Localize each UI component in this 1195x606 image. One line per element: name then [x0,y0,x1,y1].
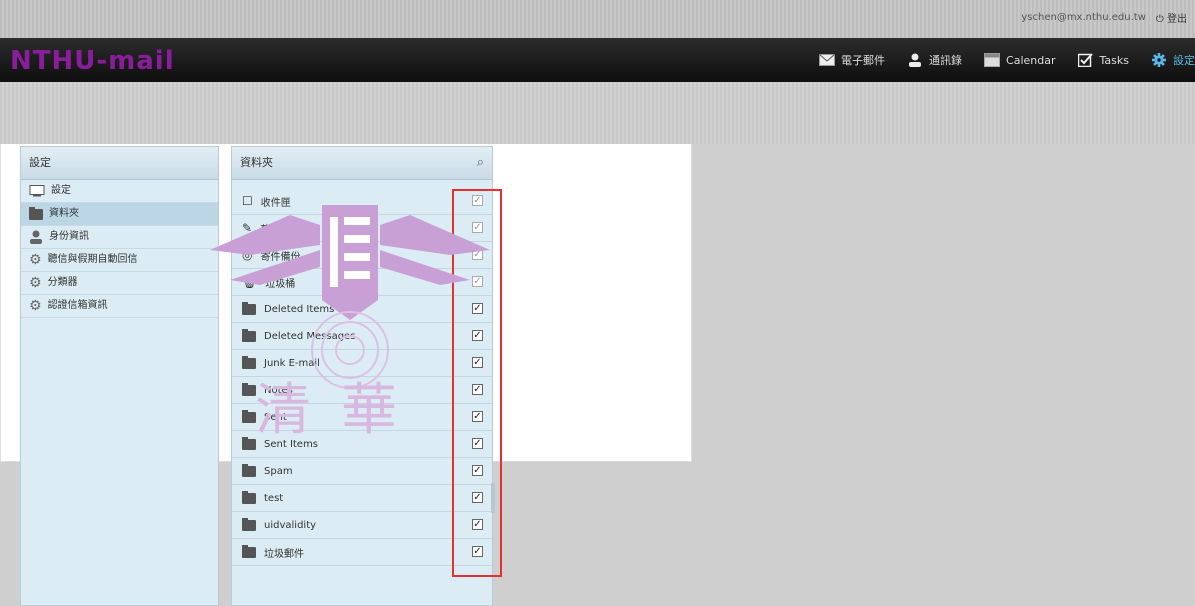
folders-panel-title: 資料夾 [240,156,273,169]
gear-icon: ⚙ [29,298,42,314]
nav-tasks[interactable]: Tasks [1077,53,1129,67]
gear-icon [1152,53,1166,67]
folder-icon [242,517,256,531]
gear-icon: ⚙ [29,275,42,291]
settings-item-identities[interactable]: 身份資訊 [21,226,218,249]
nav-calendar[interactable]: Calendar [984,53,1056,67]
nav-settings[interactable]: 設定 [1151,52,1195,68]
settings-item-autoreply[interactable]: ⚙ 聽信與假期自動回信 [21,249,218,272]
seal-text: 清華 [255,378,427,443]
folders-panel-header: 資料夾 ⌕ [232,147,492,180]
user-email: yschen@mx.nthu.edu.tw [1021,12,1146,23]
settings-panel: 設定 設定 資料夾 身份資訊 ⚙ 聽信與假期自動回信 ⚙ 分類器 ⚙ 認證信箱資… [20,146,219,606]
checkbox-icon [1077,53,1093,67]
nav-email[interactable]: 電子郵件 [819,52,885,68]
folder-icon [242,544,256,558]
search-icon[interactable]: ⌕ [477,147,484,179]
settings-item-filters[interactable]: ⚙ 分類器 [21,272,218,295]
main-nav: 電子郵件 通訊錄 Calendar Tasks 設定 [819,48,1195,72]
envelope-icon [819,54,836,66]
settings-item-auth-mailbox[interactable]: ⚙ 認證信箱資訊 [21,295,218,318]
settings-item-folders[interactable]: 資料夾 [21,203,218,226]
person-icon [909,53,922,67]
power-icon: ⏻ [1155,14,1164,25]
settings-item-preferences[interactable]: 設定 [21,180,218,203]
sub-toolbar [0,82,1195,144]
gear-icon: ⚙ [29,252,42,268]
folder-icon [242,463,256,477]
folder-icon [29,206,43,220]
calendar-icon [984,53,1001,67]
app-logo[interactable]: NTHU-mail [10,46,175,76]
nav-contacts[interactable]: 通訊錄 [907,52,962,68]
logout-button[interactable]: ⏻ 登出 [1156,10,1187,25]
folder-icon [242,490,256,504]
settings-panel-title: 設定 [21,147,218,180]
person-icon [30,230,42,244]
monitor-icon [29,185,45,197]
user-area: yschen@mx.nthu.edu.tw ⏻ 登出 [1021,10,1187,25]
top-strip: yschen@mx.nthu.edu.tw ⏻ 登出 [0,0,1195,38]
